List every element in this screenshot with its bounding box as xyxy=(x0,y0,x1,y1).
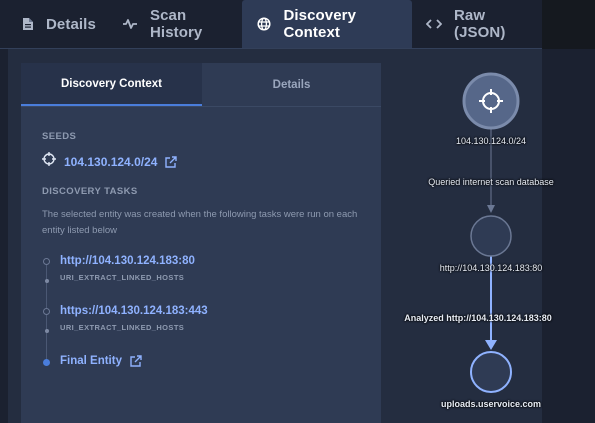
external-link-icon[interactable] xyxy=(165,155,178,168)
task-link[interactable]: http://104.130.124.183:80 xyxy=(60,255,195,267)
external-link-icon[interactable] xyxy=(130,355,142,367)
tab-details[interactable]: Details xyxy=(0,0,108,48)
final-entity-row: Final Entity xyxy=(60,355,142,367)
discovery-graph: 104.130.124.0/24 Queried internet scan d… xyxy=(390,60,595,423)
tab-scan-history-label: Scan History xyxy=(150,7,203,41)
seeds-heading: SEEDS xyxy=(42,131,77,142)
task-name: URI_EXTRACT_LINKED_HOSTS xyxy=(60,323,185,332)
graph-node-final[interactable] xyxy=(470,351,512,393)
seed-row: 104.130.124.0/24 xyxy=(42,152,178,171)
graph-node-label: uploads.uservoice.com xyxy=(440,399,542,409)
document-icon xyxy=(22,15,34,33)
task-item: http://104.130.124.183:80 URI_EXTRACT_LI… xyxy=(60,255,195,282)
tasks-description: The selected entity was created when the… xyxy=(42,209,358,236)
graph-edge-label: Analyzed http://104.130.124.183:80 xyxy=(404,313,552,323)
timeline-node xyxy=(43,308,50,315)
discovery-card: Discovery Context Details SEEDS 104.130.… xyxy=(21,63,381,423)
timeline-dot xyxy=(44,279,49,283)
graph-node-seed[interactable] xyxy=(462,72,520,130)
pulse-icon xyxy=(122,15,138,33)
graph-edge-label: Queried internet scan database xyxy=(428,177,554,187)
tab-scan-history[interactable]: Scan History xyxy=(108,0,242,48)
timeline-dot xyxy=(44,329,49,333)
task-item: https://104.130.124.183:443 URI_EXTRACT_… xyxy=(60,305,208,332)
tab-details-label: Details xyxy=(46,15,96,33)
card-tabs: Discovery Context Details xyxy=(21,63,381,107)
tab-discovery-context-label: Discovery Context xyxy=(283,7,357,41)
top-tab-bar: Details Scan History Discovery Context R… xyxy=(0,0,542,49)
final-entity-link[interactable]: Final Entity xyxy=(60,355,122,367)
code-icon xyxy=(426,15,442,33)
graph-node-label: 104.130.124.0/24 xyxy=(455,136,527,146)
task-link[interactable]: https://104.130.124.183:443 xyxy=(60,305,208,317)
discovery-tasks-heading: DISCOVERY TASKS xyxy=(42,186,138,197)
card-tab-discovery-context[interactable]: Discovery Context xyxy=(21,63,202,106)
task-name: URI_EXTRACT_LINKED_HOSTS xyxy=(60,273,185,282)
window-edge xyxy=(542,0,595,49)
seed-link[interactable]: 104.130.124.0/24 xyxy=(64,155,157,169)
tab-raw-json-label: Raw (JSON) xyxy=(454,7,506,41)
timeline-node xyxy=(43,258,50,265)
timeline-final-dot xyxy=(43,359,50,366)
crosshair-icon xyxy=(42,152,56,171)
globe-icon xyxy=(256,15,271,33)
tab-discovery-context[interactable]: Discovery Context xyxy=(242,0,412,48)
tab-raw-json[interactable]: Raw (JSON) xyxy=(412,0,542,48)
graph-node-intermediate[interactable] xyxy=(470,215,512,257)
graph-node-label: http://104.130.124.183:80 xyxy=(439,263,543,273)
card-tab-details[interactable]: Details xyxy=(202,63,381,106)
